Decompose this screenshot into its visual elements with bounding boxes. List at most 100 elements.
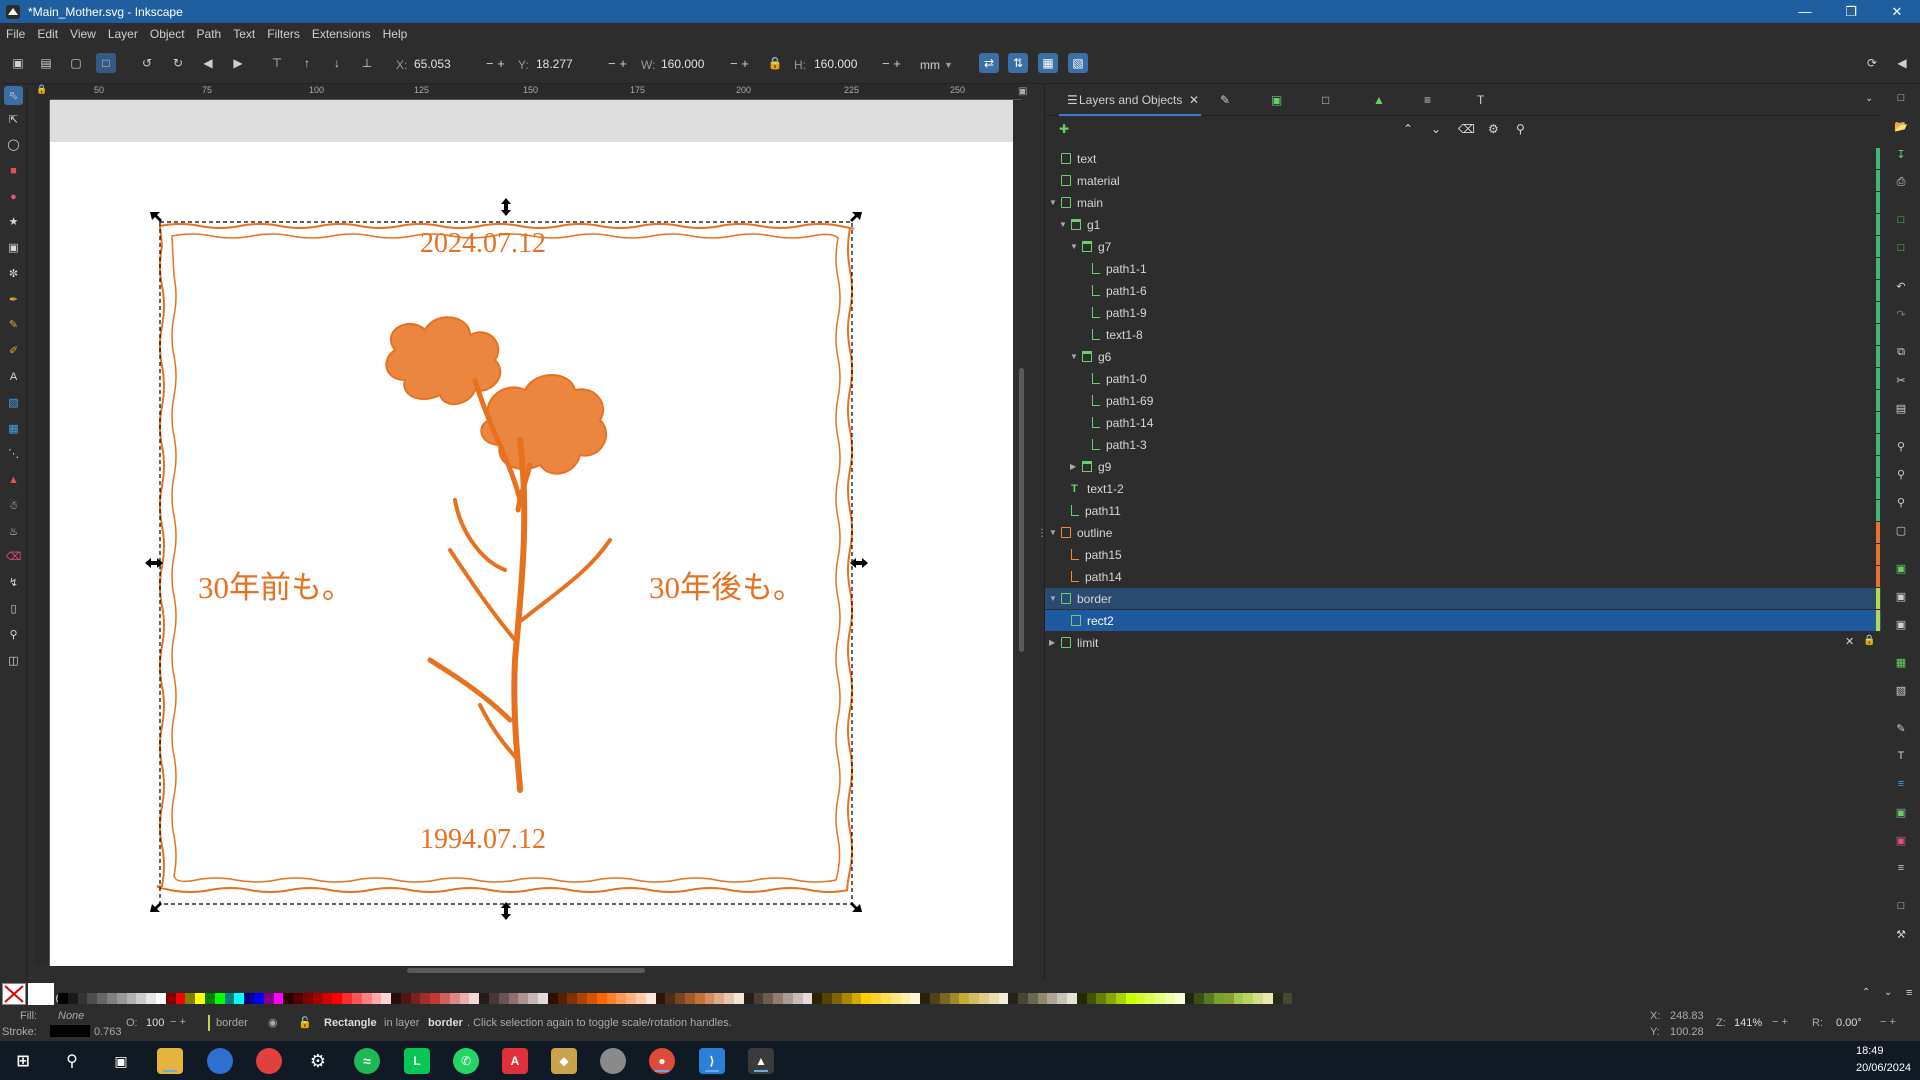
color-swatch[interactable] — [949, 993, 960, 1004]
color-swatch[interactable] — [557, 993, 568, 1004]
color-swatch[interactable] — [106, 993, 117, 1004]
tree-row[interactable]: path1-14 — [1045, 412, 1881, 433]
color-swatch[interactable] — [332, 993, 343, 1004]
color-swatch[interactable] — [1008, 993, 1019, 1004]
tree-row[interactable]: path14 — [1045, 566, 1881, 587]
color-swatch[interactable] — [851, 993, 862, 1004]
star-tool-icon[interactable]: ★ — [4, 212, 23, 231]
color-swatch[interactable] — [185, 993, 196, 1004]
color-swatch[interactable] — [694, 993, 705, 1004]
color-swatch[interactable] — [400, 993, 411, 1004]
tree-row[interactable]: ▼ border — [1045, 588, 1881, 609]
expand-chevron-icon[interactable]: ▼ — [1049, 528, 1057, 537]
no-paint-swatch[interactable] — [2, 983, 26, 1005]
color-swatch[interactable] — [351, 993, 362, 1004]
tree-row[interactable]: ▼ g7 — [1045, 236, 1881, 257]
x-stepper[interactable]: − + — [486, 56, 505, 71]
color-swatch[interactable] — [880, 993, 891, 1004]
undo-icon[interactable]: ↶ — [1893, 278, 1909, 294]
color-swatch[interactable] — [704, 993, 715, 1004]
mesh-tool-icon[interactable]: ▦ — [4, 419, 23, 438]
color-swatch[interactable] — [58, 993, 68, 1004]
color-swatch[interactable] — [567, 993, 578, 1004]
opacity-stepper[interactable]: − + — [170, 1016, 186, 1028]
tree-row[interactable]: path1-0 — [1045, 368, 1881, 389]
expand-chevron-icon[interactable]: ▼ — [1059, 220, 1067, 229]
color-swatch[interactable] — [616, 993, 627, 1004]
tab-close-icon[interactable]: ✕ — [1189, 93, 1199, 107]
color-swatch[interactable] — [538, 993, 548, 1004]
color-swatch[interactable] — [1106, 993, 1117, 1004]
pages-tool-icon[interactable]: ▯ — [4, 599, 23, 618]
tree-row[interactable]: path15 — [1045, 544, 1881, 565]
color-swatch[interactable] — [459, 993, 470, 1004]
paint-bucket-icon[interactable]: ▲ — [4, 470, 23, 489]
palette-down-icon[interactable]: ⌄ — [1884, 987, 1892, 998]
rotate-ccw-icon[interactable]: ↺ — [137, 53, 157, 73]
color-swatch[interactable] — [1282, 993, 1293, 1004]
snap-options-icon[interactable]: ◀ — [1892, 53, 1912, 73]
color-swatch[interactable] — [831, 993, 842, 1004]
color-swatch[interactable] — [675, 993, 685, 1004]
tree-row[interactable]: Ttext1-2 — [1045, 478, 1881, 499]
color-swatch[interactable] — [224, 993, 235, 1004]
color-swatch[interactable] — [244, 993, 254, 1004]
current-layer[interactable]: border — [216, 1017, 248, 1029]
tree-row[interactable]: material — [1045, 170, 1881, 191]
tab-fill-stroke-icon[interactable]: ✎ — [1220, 93, 1230, 107]
tab-text-icon[interactable]: T — [1477, 93, 1484, 107]
color-swatch[interactable] — [1047, 993, 1058, 1004]
tree-row[interactable]: path1-6 — [1045, 280, 1881, 301]
y-stepper[interactable]: − + — [608, 56, 627, 71]
color-swatch[interactable] — [146, 993, 156, 1004]
connector-tool-icon[interactable]: ↯ — [4, 573, 23, 592]
tree-row[interactable]: path1-1 — [1045, 258, 1881, 279]
task-view-icon[interactable]: ▣ — [108, 1048, 134, 1074]
color-swatch[interactable] — [498, 993, 509, 1004]
y-field[interactable] — [532, 54, 602, 74]
tree-row[interactable]: ▼ outline — [1045, 522, 1881, 543]
zoom-width-icon[interactable]: ▢ — [1893, 522, 1909, 538]
color-swatch[interactable] — [1096, 993, 1107, 1004]
selector-tool-icon[interactable]: ⬁ — [4, 86, 23, 105]
horizontal-scrollbar[interactable] — [407, 968, 645, 973]
redo-icon[interactable]: ↷ — [1893, 306, 1909, 322]
calligraphy-tool-icon[interactable]: ✐ — [4, 341, 23, 360]
menu-file[interactable]: File — [6, 27, 25, 41]
raise-to-top-icon[interactable]: ⊤ — [267, 53, 287, 73]
zoom-stepper[interactable]: − + — [1772, 1016, 1788, 1028]
document-properties-icon[interactable]: □ — [1893, 898, 1909, 914]
color-swatch[interactable] — [283, 993, 294, 1004]
close-button[interactable]: ✕ — [1874, 0, 1920, 23]
color-swatch[interactable] — [273, 993, 284, 1004]
copy-icon[interactable]: ⧉ — [1893, 344, 1909, 360]
tree-row-selected[interactable]: rect2 — [1045, 610, 1881, 631]
swatch-strip[interactable] — [58, 993, 1293, 1004]
inkscape-taskbar-icon[interactable]: ▲ — [748, 1048, 774, 1074]
menu-filters[interactable]: Filters — [267, 27, 300, 41]
tabs-overflow-icon[interactable]: ⌄ — [1865, 93, 1873, 104]
vscode-icon[interactable]: ⟩ — [699, 1048, 725, 1074]
tree-row[interactable]: text — [1045, 148, 1881, 169]
fill-stroke-icon[interactable]: ✎ — [1893, 720, 1909, 736]
color-swatch[interactable] — [910, 993, 921, 1004]
add-layer-icon[interactable]: ✚ — [1059, 122, 1069, 136]
eraser-tool-icon[interactable]: ⌫ — [4, 547, 23, 566]
tree-row[interactable]: path1-3 — [1045, 434, 1881, 455]
tree-row[interactable]: ▼ g1 — [1045, 214, 1881, 235]
tree-row[interactable]: path11 — [1045, 500, 1881, 521]
x-field[interactable] — [410, 54, 480, 74]
touch-select-icon[interactable]: □ — [96, 53, 116, 73]
spiral-tool-icon[interactable]: ✼ — [4, 264, 23, 283]
search-icon[interactable]: ⚲ — [1516, 122, 1525, 136]
scale-corners-icon[interactable]: ⇅ — [1008, 53, 1028, 73]
spotify-icon[interactable]: ≈ — [354, 1048, 380, 1074]
color-swatch[interactable] — [1057, 993, 1068, 1004]
h-field[interactable] — [810, 54, 880, 74]
paste-icon[interactable]: ▤ — [1893, 400, 1909, 416]
zoom-value[interactable]: 141% — [1734, 1017, 1762, 1029]
menu-text[interactable]: Text — [233, 27, 255, 41]
gradient-tool-icon[interactable]: ▧ — [4, 393, 23, 412]
color-swatch[interactable] — [978, 993, 989, 1004]
color-swatch[interactable] — [861, 993, 872, 1004]
